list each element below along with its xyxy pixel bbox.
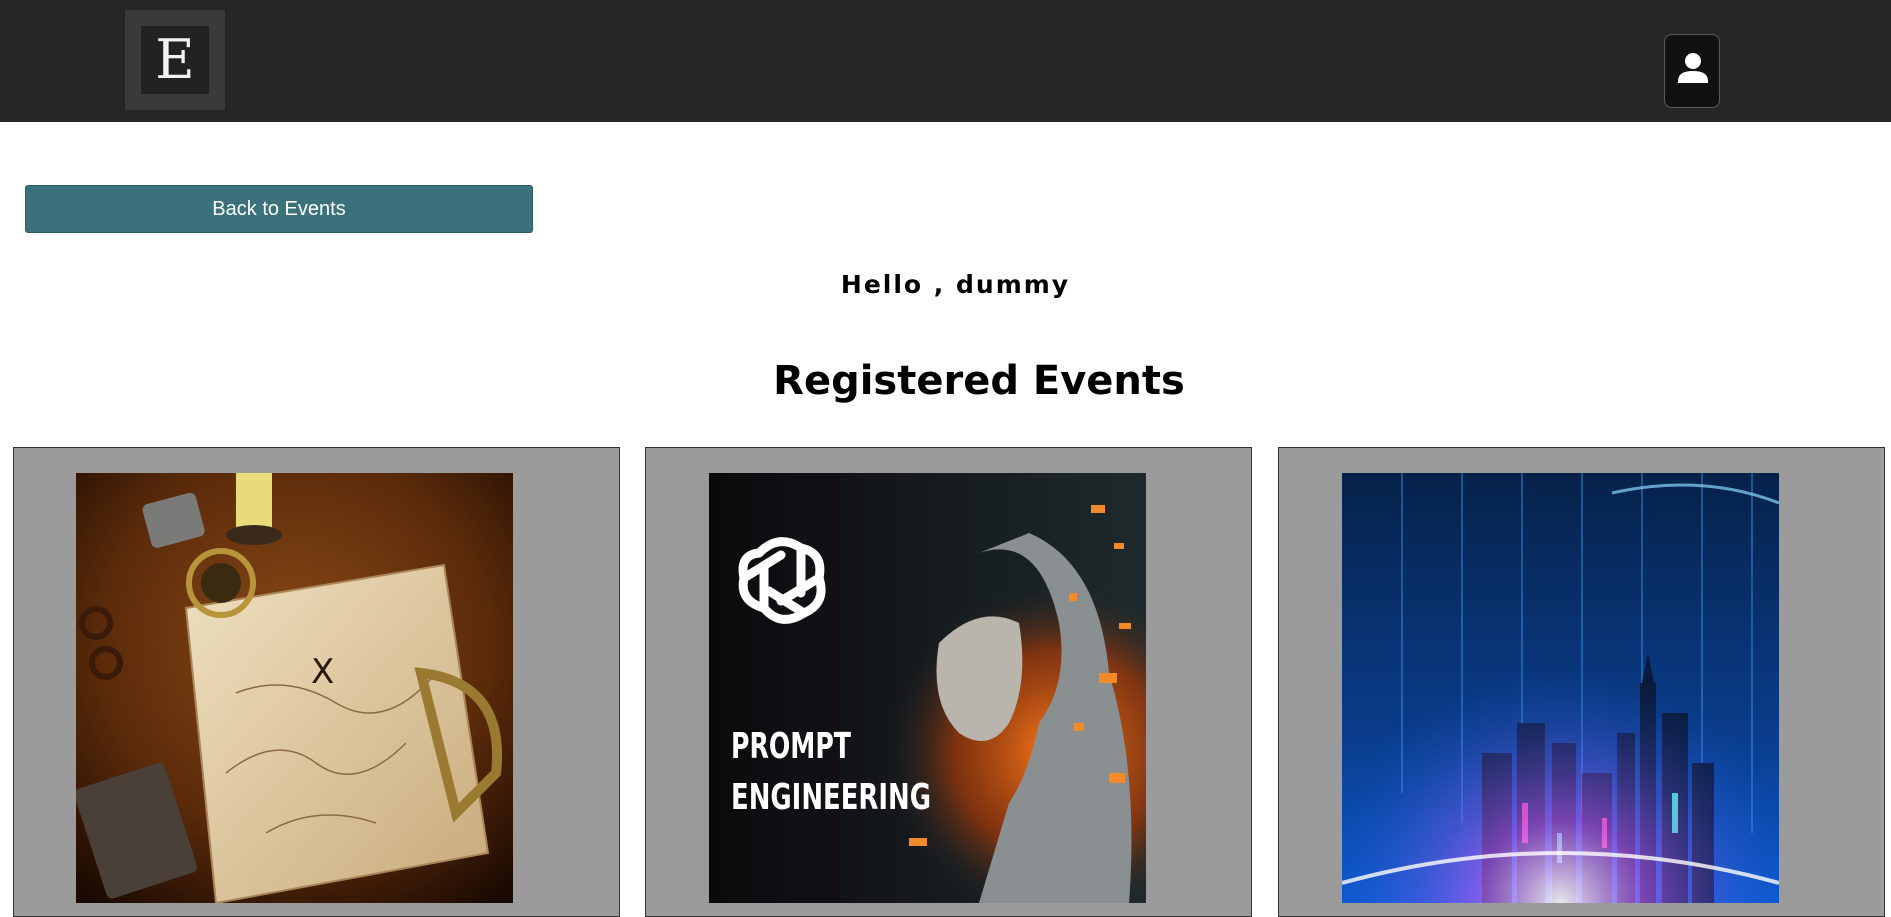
top-navbar: E [0, 0, 1891, 122]
event-card[interactable] [1278, 447, 1885, 917]
greeting-text: Hello , dummy [840, 270, 1071, 299]
neon-city-image[interactable] [1342, 473, 1779, 903]
back-to-events-button[interactable]: Back to Events [25, 185, 533, 233]
prompt-engineering-image[interactable]: PROMPT ENGINEERING [709, 473, 1146, 903]
svg-text:X: X [311, 652, 334, 692]
treasure-map-image[interactable]: X [76, 473, 513, 903]
event-card[interactable]: PROMPT ENGINEERING [645, 447, 1252, 917]
site-logo[interactable]: E [125, 10, 225, 110]
user-profile-button[interactable] [1664, 34, 1720, 108]
event-card[interactable]: X [13, 447, 620, 917]
svg-text:ENGINEERING: ENGINEERING [731, 777, 931, 818]
user-icon [1678, 53, 1708, 83]
page-title: Registered Events [773, 358, 1185, 404]
svg-text:PROMPT: PROMPT [731, 726, 851, 767]
logo-letter: E [141, 26, 209, 94]
